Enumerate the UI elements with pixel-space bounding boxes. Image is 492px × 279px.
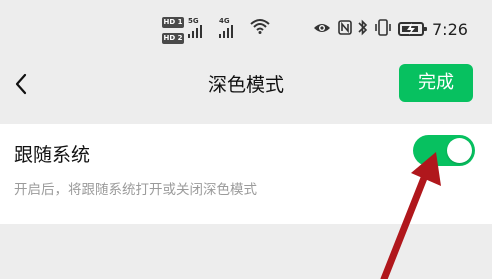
vibrate-icon [375,19,391,36]
follow-system-toggle[interactable] [413,135,475,166]
toggle-knob [447,138,472,163]
wifi-icon [250,19,270,34]
done-button[interactable]: 完成 [399,64,473,102]
navigation-bar: 深色模式 完成 [0,56,492,112]
settings-card: 跟随系统 开启后，将跟随系统打开或关闭深色模式 [0,124,492,224]
battery-charging-icon [398,22,427,36]
nfc-icon [338,20,352,35]
follow-system-label: 跟随系统 [14,144,91,166]
eye-icon [314,24,330,32]
status-time: 7:26 [432,20,468,39]
follow-system-description: 开启后，将跟随系统打开或关闭深色模式 [14,182,257,198]
hd-icon: HD 1 [162,17,184,28]
status-bar: HD 1 HD 2 5G 4G 7:26 [0,0,492,46]
hd-icon: HD 2 [162,33,184,44]
bluetooth-icon [358,19,368,36]
